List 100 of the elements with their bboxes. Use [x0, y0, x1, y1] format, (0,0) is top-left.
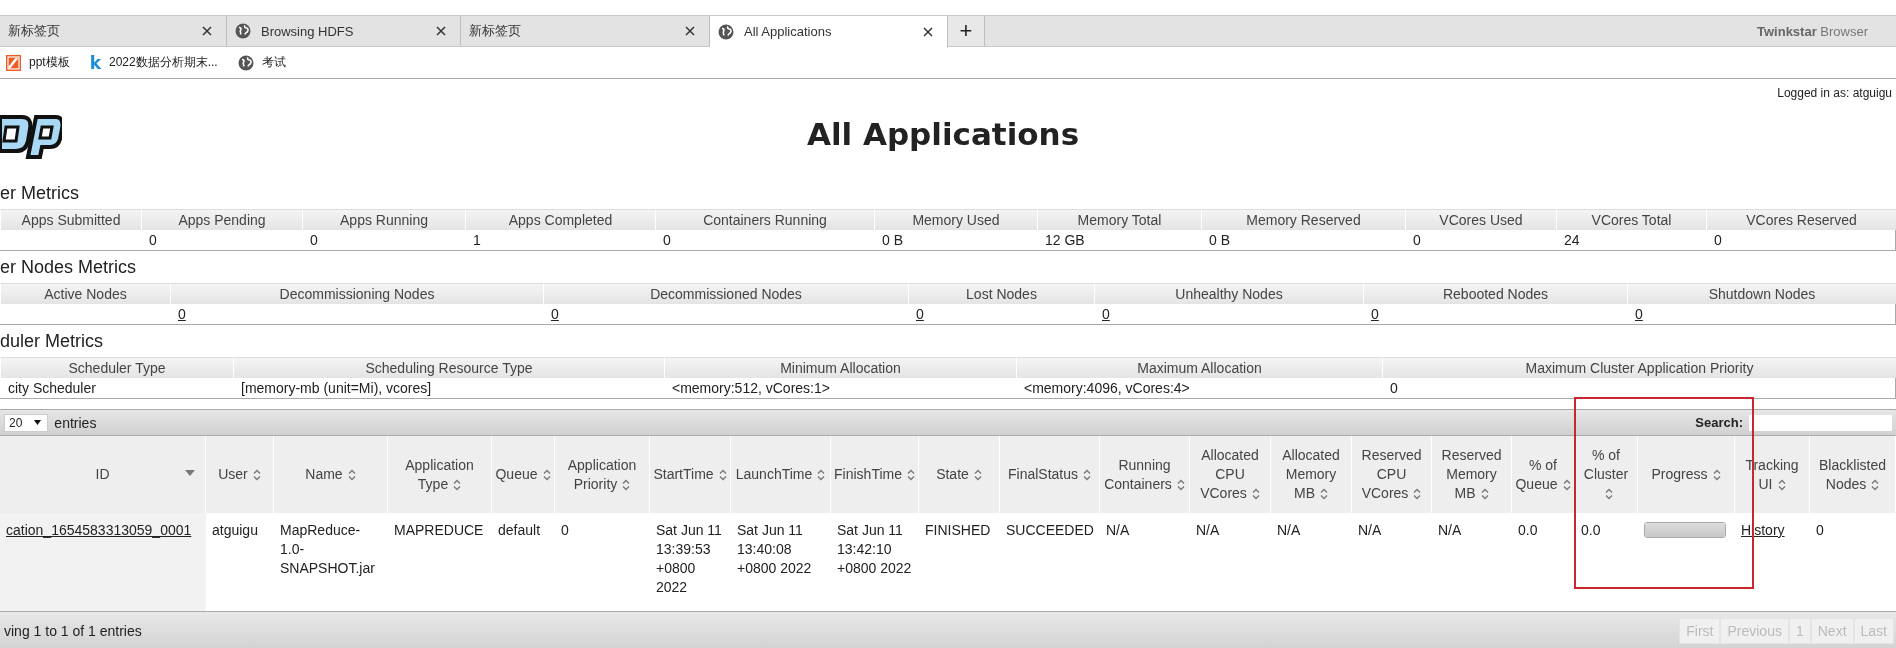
column-header[interactable]: Allocated Memory MB [1271, 436, 1352, 513]
table-cell-text: Sat Jun 11 13:42:10 +0800 2022 [836, 521, 913, 578]
new-tab-button[interactable]: + [948, 16, 985, 46]
sort-icon[interactable] [1712, 469, 1721, 482]
column-header[interactable]: StartTime [650, 436, 731, 513]
column-header: Unhealthy Nodes [1094, 283, 1363, 304]
column-header: Apps Completed [465, 209, 655, 230]
sort-icon[interactable] [1413, 488, 1422, 501]
sort-icon[interactable] [1871, 478, 1880, 491]
logged-in-user: Logged in as: atguigu [1777, 86, 1892, 100]
sort-icon[interactable] [1083, 469, 1091, 482]
sort-icon[interactable] [252, 469, 261, 482]
table-cell-text: MapReduce-1.0-SNAPSHOT.jar [279, 521, 376, 578]
count-link[interactable]: 0 [1635, 306, 1643, 322]
column-header: Apps Running [302, 209, 465, 230]
metric-value: 1 [473, 232, 481, 248]
table-cell-text: N/A [1357, 521, 1383, 540]
close-icon[interactable] [685, 26, 695, 36]
column-header[interactable]: Queue [492, 436, 555, 513]
browser-tab[interactable]: All Applications [710, 16, 948, 48]
sort-icon[interactable] [622, 478, 631, 491]
browser-tab[interactable]: 新标签页 [0, 16, 227, 46]
column-header: Decommissioned Nodes [543, 283, 908, 304]
sort-icon[interactable] [1320, 488, 1328, 501]
sort-icon[interactable] [1176, 478, 1185, 491]
table-cell-text: N/A [1195, 521, 1221, 540]
sort-icon[interactable] [453, 478, 462, 491]
metric-value: 0 [1390, 380, 1398, 396]
bookmark-link[interactable]: ppt模板 [29, 54, 70, 71]
column-header: Decommissioning Nodes [170, 283, 543, 304]
metric-value: 0 [149, 232, 157, 248]
column-header: Scheduling Resource Type [233, 357, 664, 378]
sort-icon[interactable] [1480, 488, 1489, 501]
section-heading: duler Metrics [0, 330, 105, 353]
sort-icon[interactable] [347, 469, 356, 482]
column-header[interactable]: Progress [1638, 436, 1735, 513]
column-header[interactable]: % of Cluster [1575, 436, 1638, 513]
table-cell-text: N/A [1276, 521, 1302, 540]
count-link[interactable]: 0 [551, 306, 559, 322]
sort-icon[interactable] [1604, 488, 1613, 501]
sort-icon[interactable] [906, 469, 915, 482]
column-header[interactable]: Application Type [388, 436, 492, 513]
table-cell-text: 0 [560, 521, 570, 540]
count-link[interactable]: 0 [1371, 306, 1379, 322]
globe-icon [235, 23, 251, 39]
close-icon[interactable] [923, 26, 933, 37]
sort-descending-icon[interactable] [185, 470, 195, 476]
page-size-select[interactable]: 20 [4, 413, 49, 432]
column-header[interactable]: % of Queue [1512, 436, 1575, 513]
column-header: Maximum Allocation [1016, 357, 1382, 378]
sort-icon[interactable] [1777, 478, 1786, 491]
column-header[interactable]: State [919, 436, 1000, 513]
sort-icon[interactable] [1562, 478, 1571, 491]
close-icon[interactable] [436, 26, 446, 36]
column-header[interactable]: Application Priority [555, 436, 650, 513]
column-header[interactable]: User [206, 436, 274, 513]
column-header: Memory Reserved [1201, 209, 1405, 230]
column-header[interactable]: Running Containers [1100, 436, 1190, 513]
column-header: Scheduler Type [0, 357, 233, 378]
column-header[interactable]: Reserved Memory MB [1432, 436, 1512, 513]
column-header: Memory Total [1037, 209, 1201, 230]
column-header: Apps Pending [141, 209, 302, 230]
sort-icon[interactable] [1251, 488, 1260, 501]
search-label: Search: [1695, 415, 1743, 430]
sort-icon[interactable] [718, 469, 727, 482]
bookmark-link[interactable]: 考试 [261, 54, 286, 71]
column-header[interactable]: Name [274, 436, 388, 513]
bookmark-link[interactable]: 2022数据分析期末... [109, 54, 218, 71]
sort-icon[interactable] [817, 469, 826, 482]
table-cell-text: Sat Jun 11 13:39:53 +0800 2022 [655, 521, 723, 597]
column-header[interactable]: Allocated CPU VCores [1190, 436, 1271, 513]
column-header: Apps Submitted [0, 209, 141, 230]
column-header[interactable]: Reserved CPU VCores [1352, 436, 1432, 513]
browser-tab[interactable]: Browsing HDFS [227, 16, 461, 46]
table-cell-text: N/A [1437, 521, 1463, 540]
sort-icon[interactable] [973, 469, 982, 482]
column-header: VCores Reserved [1706, 209, 1896, 230]
table-link[interactable]: cation_1654583313059_0001 [6, 522, 192, 538]
entries-label: entries [54, 414, 97, 431]
column-header[interactable]: LaunchTime [731, 436, 831, 513]
column-header: Rebooted Nodes [1363, 283, 1627, 304]
search-field[interactable] [1749, 414, 1892, 431]
count-link[interactable]: 0 [1102, 306, 1110, 322]
table-cell-text: SUCCEEDED [1005, 521, 1095, 540]
page-title: All Applications [805, 116, 1081, 152]
sort-icon[interactable] [542, 469, 551, 482]
close-icon[interactable] [202, 26, 212, 36]
browser-brand: Twinkstar Browser [1757, 23, 1869, 39]
count-link[interactable]: 0 [178, 306, 186, 322]
column-header[interactable]: FinalStatus [1000, 436, 1100, 513]
site-logo: k [89, 52, 101, 73]
column-header: Active Nodes [0, 283, 170, 304]
column-header: Shutdown Nodes [1627, 283, 1896, 304]
count-link[interactable]: 0 [916, 306, 924, 322]
column-header[interactable]: FinishTime [831, 436, 919, 513]
metric-value: 0 B [1209, 232, 1230, 248]
table-cell-text: N/A [1105, 521, 1131, 540]
metric-value: <memory:512, vCores:1> [672, 380, 830, 396]
column-header[interactable]: ID [0, 436, 206, 513]
column-header[interactable]: Blacklisted Nodes [1810, 436, 1896, 513]
